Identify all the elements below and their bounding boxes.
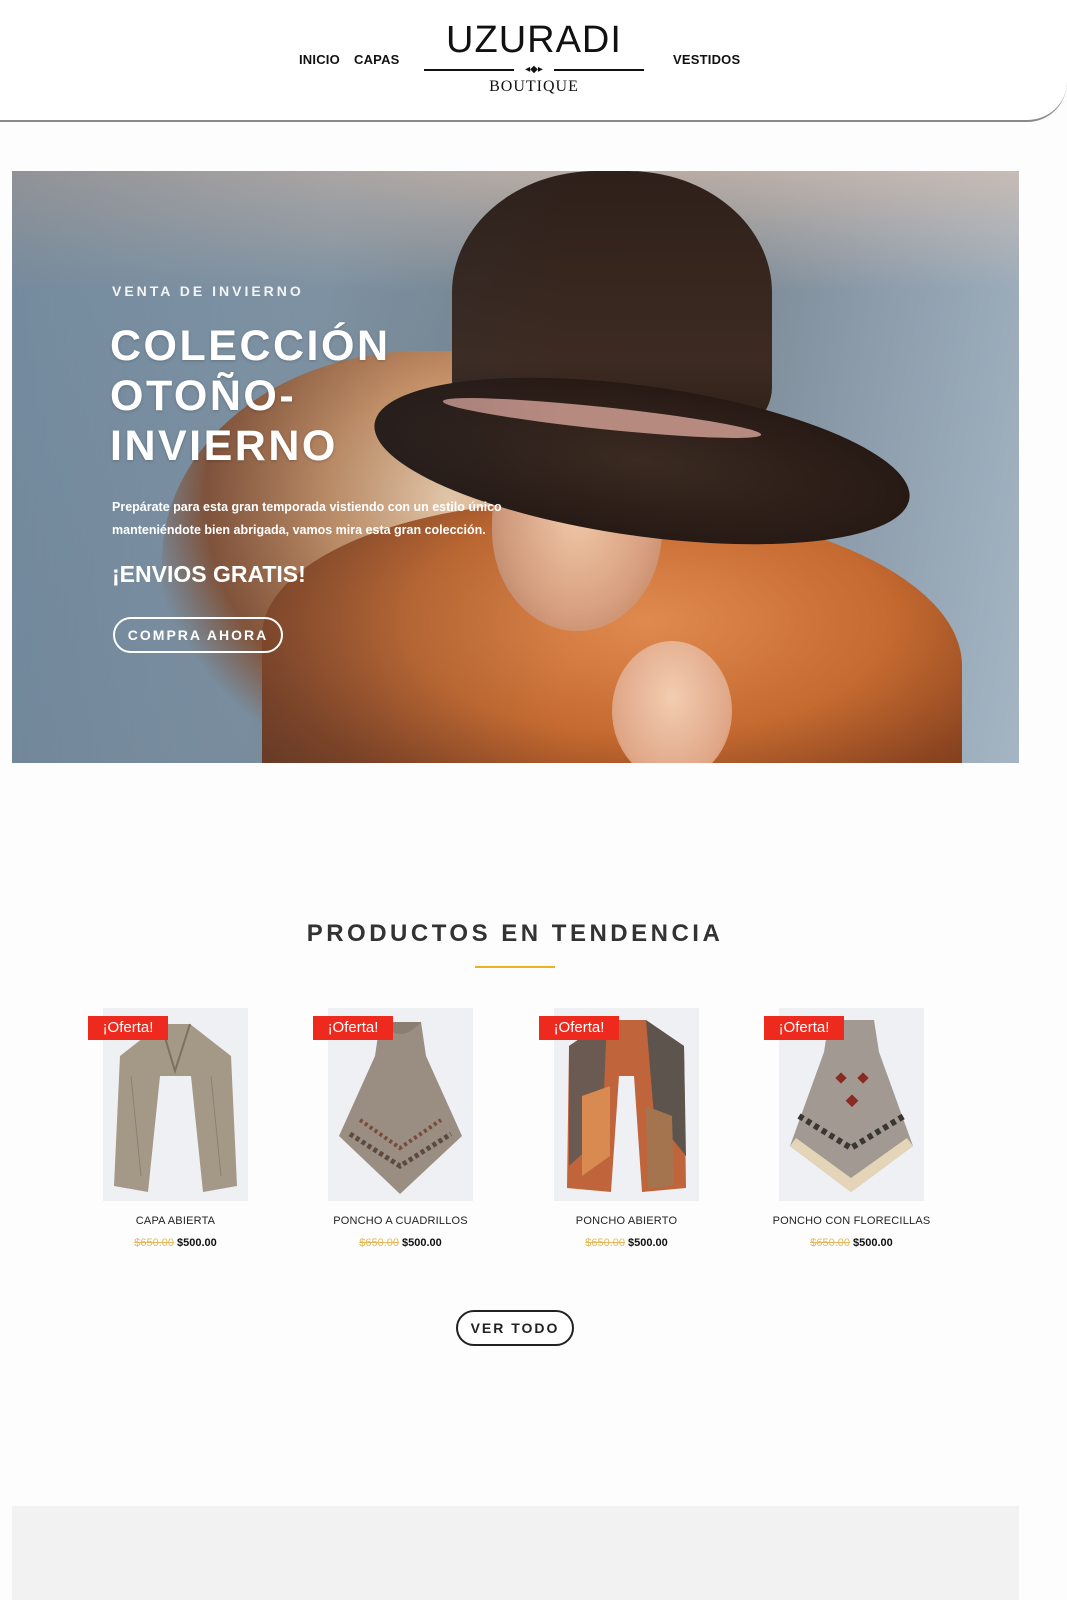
old-price: $650.00: [810, 1237, 850, 1249]
product-price: $650.00 $500.00: [539, 1237, 714, 1249]
site-header: INICIO CAPAS UZURADI ◂◆▸ BOUTIQUE VESTID…: [0, 0, 1067, 122]
view-all-button[interactable]: VER TODO: [456, 1310, 574, 1346]
product-card[interactable]: ¡Oferta! PONCHO CON FLORECILLAS $650.00 $…: [764, 1008, 934, 1258]
product-card[interactable]: ¡Oferta! PONCHO ABIERTO $650.00 $500.00: [539, 1008, 709, 1258]
sale-badge: ¡Oferta!: [88, 1016, 168, 1040]
sale-badge: ¡Oferta!: [764, 1016, 844, 1040]
logo[interactable]: UZURADI ◂◆▸ BOUTIQUE: [424, 18, 644, 106]
cape-open-icon: [114, 1023, 237, 1192]
shop-now-button[interactable]: COMPRA AHORA: [113, 617, 283, 653]
sale-price: $500.00: [628, 1237, 668, 1249]
logo-ornament: ◂◆▸: [424, 64, 644, 76]
product-name[interactable]: PONCHO A CUADRILLOS: [313, 1215, 488, 1227]
nav-inicio[interactable]: INICIO: [299, 52, 340, 67]
trending-title: PRODUCTOS EN TENDENCIA: [306, 920, 724, 947]
poncho-open-icon: [567, 1020, 686, 1192]
old-price: $650.00: [585, 1237, 625, 1249]
product-price: $650.00 $500.00: [313, 1237, 488, 1249]
product-price: $650.00 $500.00: [88, 1237, 263, 1249]
sale-badge: ¡Oferta!: [539, 1016, 619, 1040]
logo-wordmark: UZURADI: [446, 19, 622, 61]
footer-section: [12, 1506, 1019, 1600]
sale-price: $500.00: [177, 1237, 217, 1249]
hero-kicker: VENTA DE INVIERNO: [112, 283, 304, 299]
nav-capas[interactable]: CAPAS: [354, 52, 400, 67]
nav-vestidos[interactable]: VESTIDOS: [673, 52, 740, 67]
trending-title-underline: [475, 966, 555, 968]
product-card[interactable]: ¡Oferta! CAPA ABIERTA $650.00 $500.00: [88, 1008, 258, 1258]
logo-subtitle: BOUTIQUE: [489, 78, 579, 95]
sale-price: $500.00: [402, 1237, 442, 1249]
product-card[interactable]: ¡Oferta! PONCHO A CUADRILLOS $650.00 $500…: [313, 1008, 483, 1258]
hero-title: COLECCIÓN OTOÑO-INVIERNO: [110, 322, 391, 470]
product-name[interactable]: CAPA ABIERTA: [88, 1215, 263, 1227]
old-price: $650.00: [359, 1237, 399, 1249]
poncho-flowers-icon: [790, 1020, 913, 1192]
hero-description: Prepárate para esta gran temporada visti…: [112, 500, 502, 537]
product-name[interactable]: PONCHO CON FLORECILLAS: [764, 1215, 939, 1227]
hero-promo: ¡ENVIOS GRATIS!: [112, 561, 306, 587]
old-price: $650.00: [134, 1237, 174, 1249]
sale-price: $500.00: [853, 1237, 893, 1249]
product-price: $650.00 $500.00: [764, 1237, 939, 1249]
sale-badge: ¡Oferta!: [313, 1016, 393, 1040]
poncho-checkered-icon: [339, 1022, 462, 1194]
product-name[interactable]: PONCHO ABIERTO: [539, 1215, 714, 1227]
hero-banner: VENTA DE INVIERNO COLECCIÓN OTOÑO-INVIER…: [12, 171, 1019, 763]
